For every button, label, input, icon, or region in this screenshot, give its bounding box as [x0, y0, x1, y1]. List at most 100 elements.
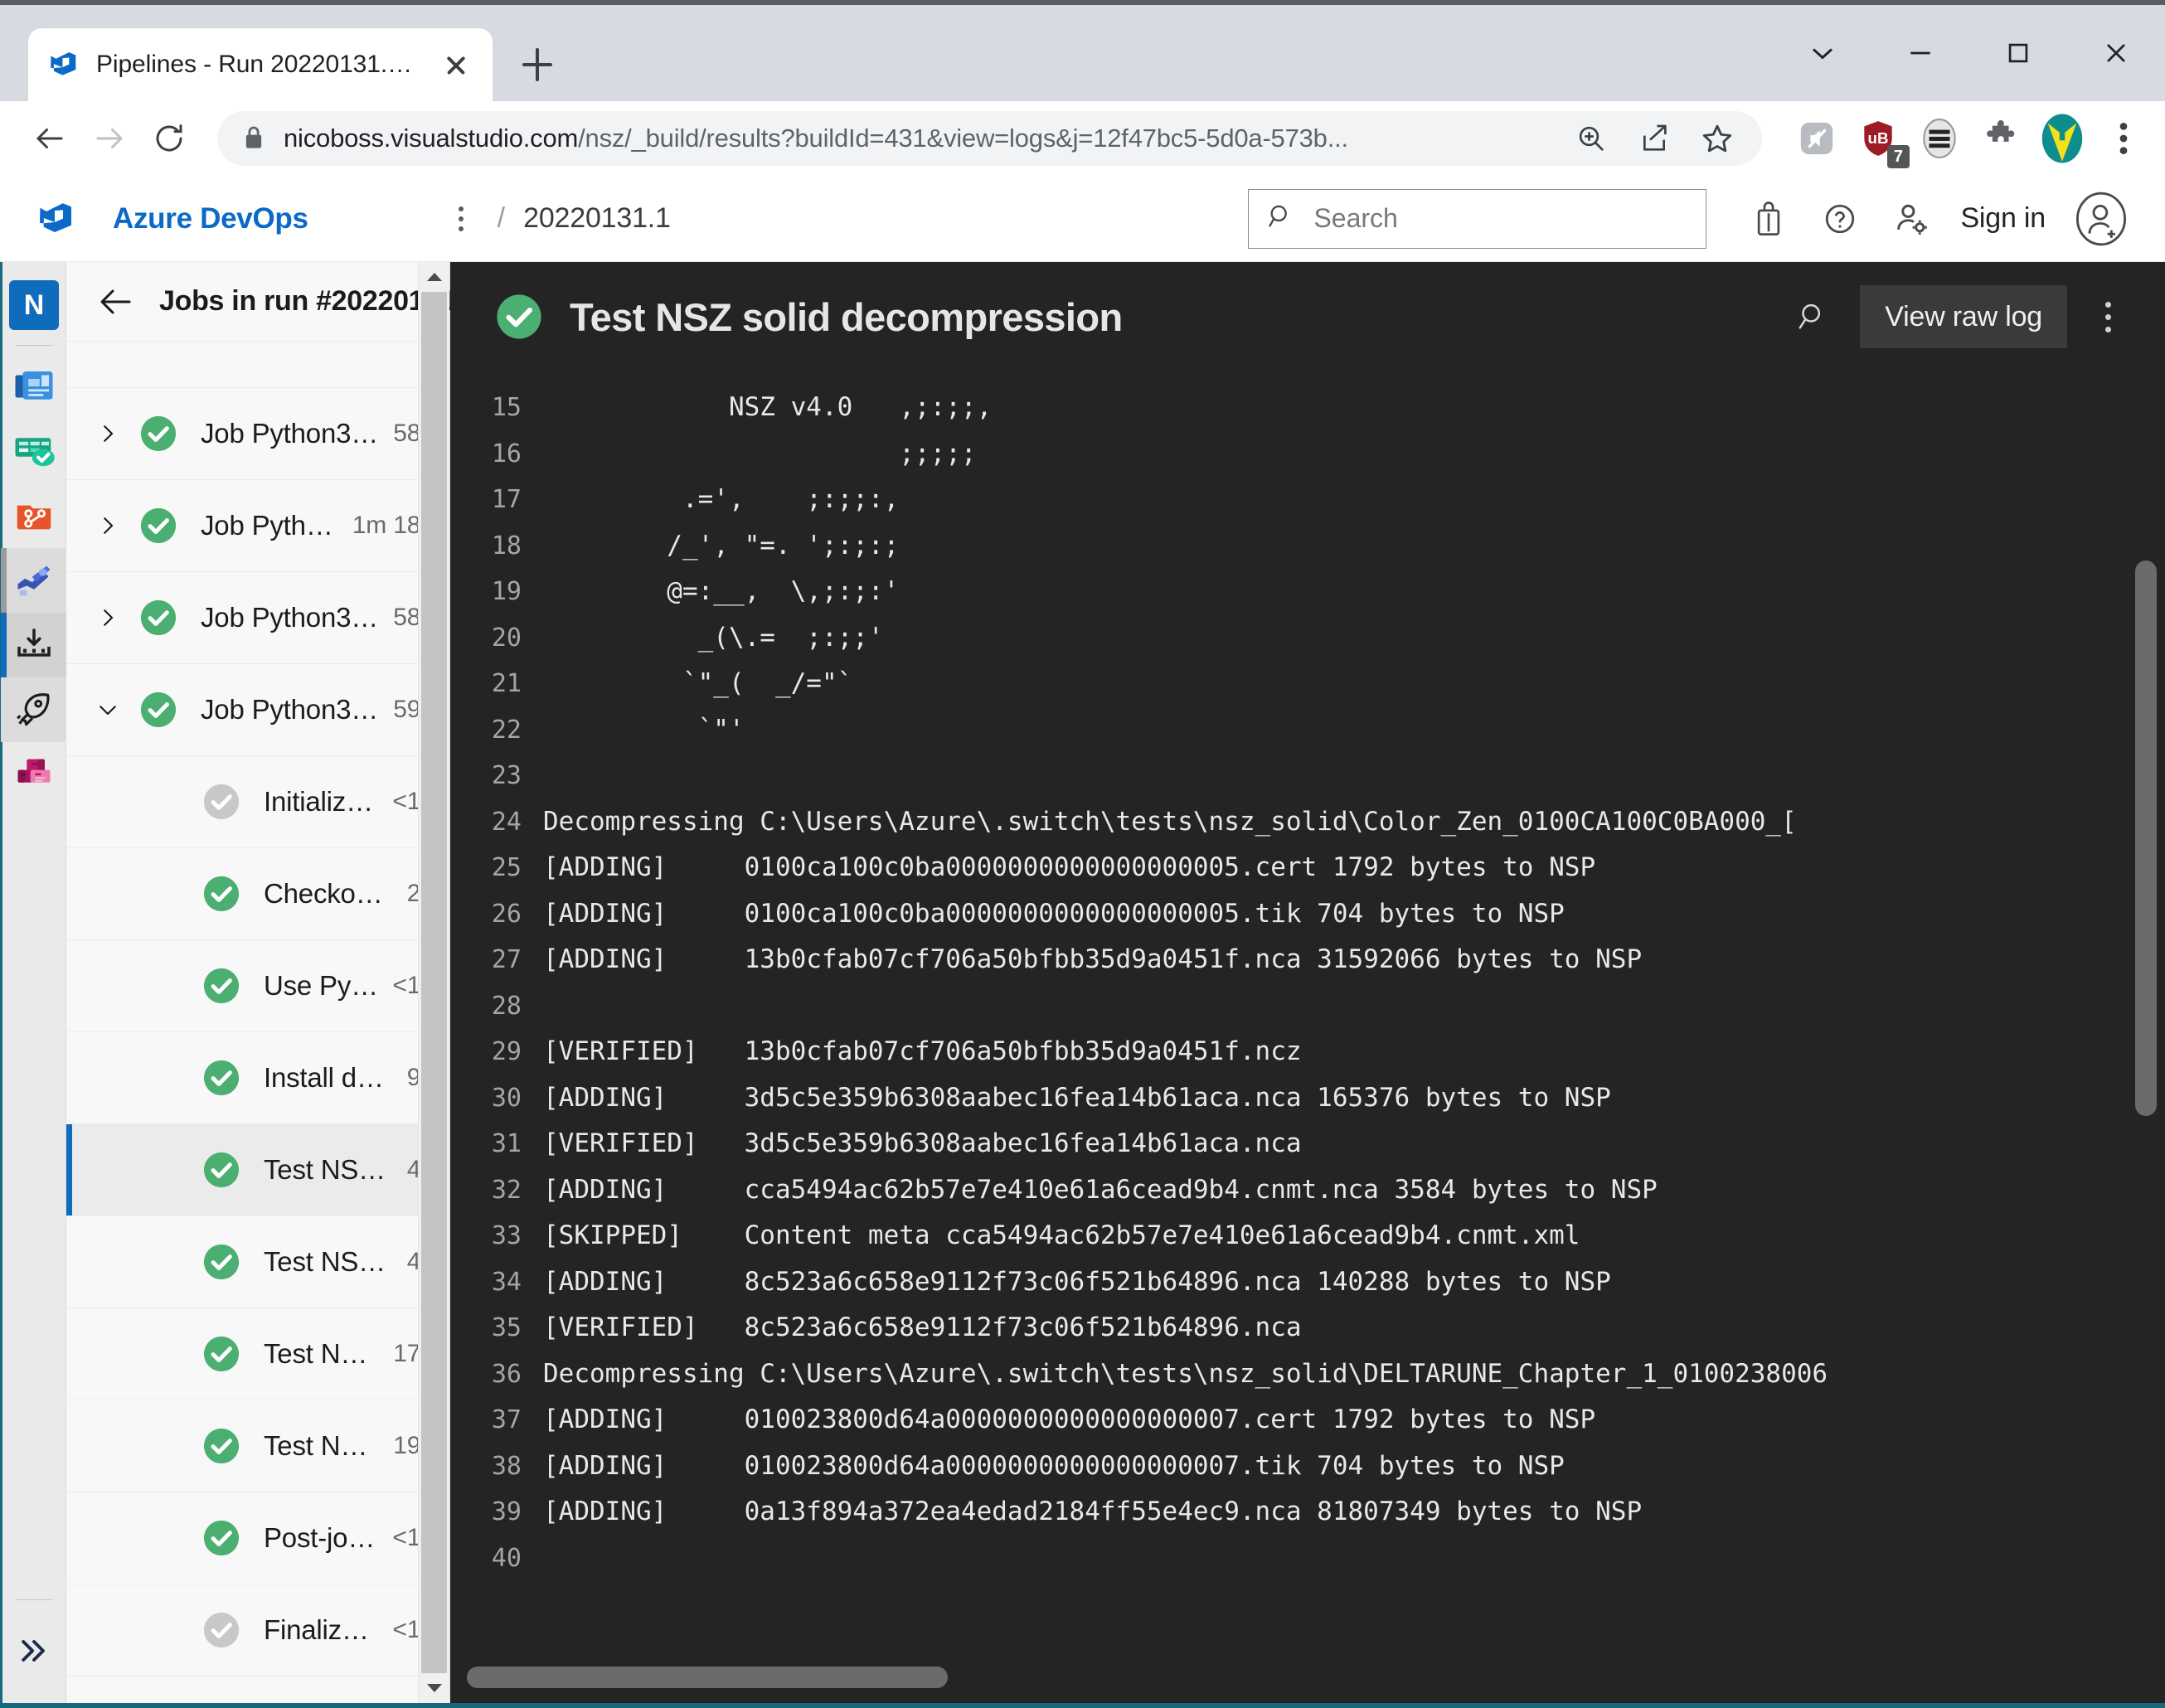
share-icon[interactable] [1624, 109, 1684, 168]
new-tab-button[interactable] [507, 35, 567, 95]
log-line-number: 30 [491, 1083, 522, 1113]
step-row[interactable]: Test NSP soli...17s [66, 1308, 449, 1400]
back-arrow-icon[interactable] [20, 109, 80, 168]
step-row[interactable]: Install depend...9s [66, 1032, 449, 1124]
double-chevron-right-icon[interactable] [1, 1618, 67, 1683]
sidebar-item-artifacts[interactable] [1, 742, 67, 807]
search-box[interactable] [1248, 188, 1707, 249]
log-vertical-scrollbar[interactable] [2135, 560, 2157, 1116]
status-badge [139, 599, 177, 637]
chevron-right-icon[interactable] [86, 421, 129, 446]
log-line-text: [VERIFIED] 3d5c5e359b6308aabec16fea14b61… [543, 1128, 1302, 1158]
star-icon[interactable] [1687, 109, 1747, 168]
sidebar-item-boards[interactable] [1, 419, 67, 483]
sidebar-item-overview[interactable] [1, 354, 67, 419]
chevron-right-icon[interactable] [86, 605, 129, 630]
sign-in-link[interactable]: Sign in [1960, 202, 2046, 235]
address-bar[interactable]: nicoboss.visualstudio.com/nsz/_build/res… [217, 111, 1762, 166]
step-row[interactable]: Checkout nico...2s [66, 848, 449, 940]
kebab-menu-icon[interactable] [2095, 110, 2152, 167]
tab-search-button[interactable] [1774, 5, 1871, 101]
row-label: Test NSP soli... [264, 1338, 380, 1369]
log-line: 31 [VERIFIED] 3d5c5e359b6308aabec16fea14b… [450, 1121, 2165, 1167]
step-row[interactable]: Finalize Job<1s [66, 1584, 449, 1676]
minimize-button[interactable] [1871, 5, 1969, 101]
browser-tab[interactable]: Pipelines - Run 20220131.1 logs [28, 28, 493, 101]
job-row[interactable]: Job Python383 59s [66, 664, 449, 756]
sidebar-item-pipelines[interactable] [1, 548, 67, 613]
forward-arrow-icon[interactable] [80, 109, 139, 168]
search-input[interactable] [1313, 203, 1688, 234]
log-line-text: [VERIFIED] 13b0cfab07cf706a50bfbb35d9a04… [543, 1036, 1302, 1066]
azure-devops-logo[interactable] [0, 199, 113, 239]
status-badge [202, 1059, 240, 1097]
sidebar-scrollbar[interactable] [418, 262, 449, 1703]
zoom-search-icon[interactable] [1561, 109, 1621, 168]
back-arrow-icon[interactable] [95, 280, 138, 323]
log-line-number: 32 [491, 1175, 522, 1205]
step-row[interactable]: Initialize job<1s [66, 756, 449, 848]
log-line: 21 `"_( _/="` [450, 661, 2165, 707]
log-line: 24 Decompressing C:\Users\Azure\.switch\t… [450, 799, 2165, 846]
close-icon[interactable] [439, 48, 473, 81]
log-horizontal-scrollbar[interactable] [467, 1667, 948, 1688]
jobs-sidebar: Jobs in run #20220131.1 Job Python360 58s… [66, 262, 478, 1703]
job-row[interactable]: Job Python3...1m 18s [66, 480, 449, 572]
muted-tab-icon[interactable] [1789, 110, 1845, 167]
kebab-menu-icon[interactable] [443, 201, 479, 237]
lines-pill-icon[interactable] [1911, 110, 1968, 167]
log-line-number: 28 [491, 991, 522, 1021]
job-row[interactable]: Job Python376 58s [66, 572, 449, 664]
product-name[interactable]: Azure DevOps [113, 202, 308, 235]
log-line-text: [SKIPPED] Content meta cca5494ac62b57e7e… [543, 1220, 1580, 1250]
question-circle-icon[interactable] [1804, 183, 1876, 255]
step-row[interactable]: Test NSP bloc...19s [66, 1400, 449, 1492]
chevron-right-icon[interactable] [86, 513, 129, 538]
view-raw-log-button[interactable]: View raw log [1860, 285, 2067, 348]
kebab-menu-icon[interactable] [2079, 285, 2137, 348]
log-line-number: 36 [491, 1359, 522, 1389]
shopping-bag-icon[interactable] [1733, 183, 1804, 255]
window-controls [1774, 5, 2165, 101]
breadcrumb-current[interactable]: 20220131.1 [523, 202, 671, 235]
puzzle-icon[interactable] [1973, 110, 2029, 167]
azure-devops-header: Azure DevOps / 20220131.1 Search Sign in [0, 176, 2165, 262]
row-label: Initialize job [264, 786, 379, 817]
reload-icon[interactable] [139, 109, 199, 168]
log-line-text: Decompressing C:\Users\Azure\.switch\tes… [543, 1358, 1828, 1389]
log-content[interactable]: 15 NSZ v4.0 ,;:;;, 16 ;;;;; 17 .=', ;:;;:,… [450, 371, 2165, 1703]
sidebar-item-releases[interactable] [1, 613, 67, 677]
avatar-icon[interactable] [2034, 110, 2090, 167]
status-badge [202, 1243, 240, 1281]
chevron-down-icon[interactable] [86, 697, 129, 722]
project-avatar[interactable]: N [9, 280, 59, 330]
app-body: N Jobs in run #20220131.1 Job Python360 … [0, 262, 2165, 1703]
caret-up-icon[interactable] [419, 262, 449, 292]
user-add-avatar-icon[interactable] [2065, 183, 2137, 255]
search-icon[interactable] [1780, 285, 1843, 348]
user-gear-icon[interactable] [1876, 183, 1947, 255]
maximize-button[interactable] [1969, 5, 2067, 101]
log-panel: Test NSZ solid decompression View raw lo… [450, 262, 2165, 1703]
close-button[interactable] [2067, 5, 2165, 101]
step-row[interactable]: Use Python 3...<1s [66, 940, 449, 1032]
step-row[interactable]: Test NSZ block...4s [66, 1216, 449, 1308]
sidebar-item-repos[interactable] [1, 483, 67, 548]
sidebar-spacer [66, 342, 449, 388]
tab-title: Pipelines - Run 20220131.1 logs [96, 51, 423, 78]
log-line-number: 17 [491, 485, 522, 514]
shield-icon[interactable]: uB 7 [1850, 110, 1910, 168]
sidebar-scroll-thumb[interactable] [421, 292, 447, 1673]
jobs-list: Job Python36058sJob Python3...1m 18sJob … [66, 388, 449, 1703]
sidebar-item-deploy[interactable] [1, 677, 67, 742]
omnibox-actions [1561, 109, 1747, 168]
log-line: 16 ;;;;; [450, 431, 2165, 478]
log-line: 18 /_', "=. ';:;:; [450, 523, 2165, 570]
azure-devops-favicon [48, 49, 80, 80]
caret-down-icon[interactable] [419, 1673, 449, 1703]
step-row[interactable]: Post-job: Ch...<1s [66, 1492, 449, 1584]
log-line: 29 [VERIFIED] 13b0cfab07cf706a50bfbb35d9a… [450, 1029, 2165, 1075]
job-row[interactable]: Job Python360 58s [66, 388, 449, 480]
step-row[interactable]: Test NSZ solid ...4s [66, 1124, 449, 1216]
log-line-number: 39 [491, 1497, 522, 1526]
